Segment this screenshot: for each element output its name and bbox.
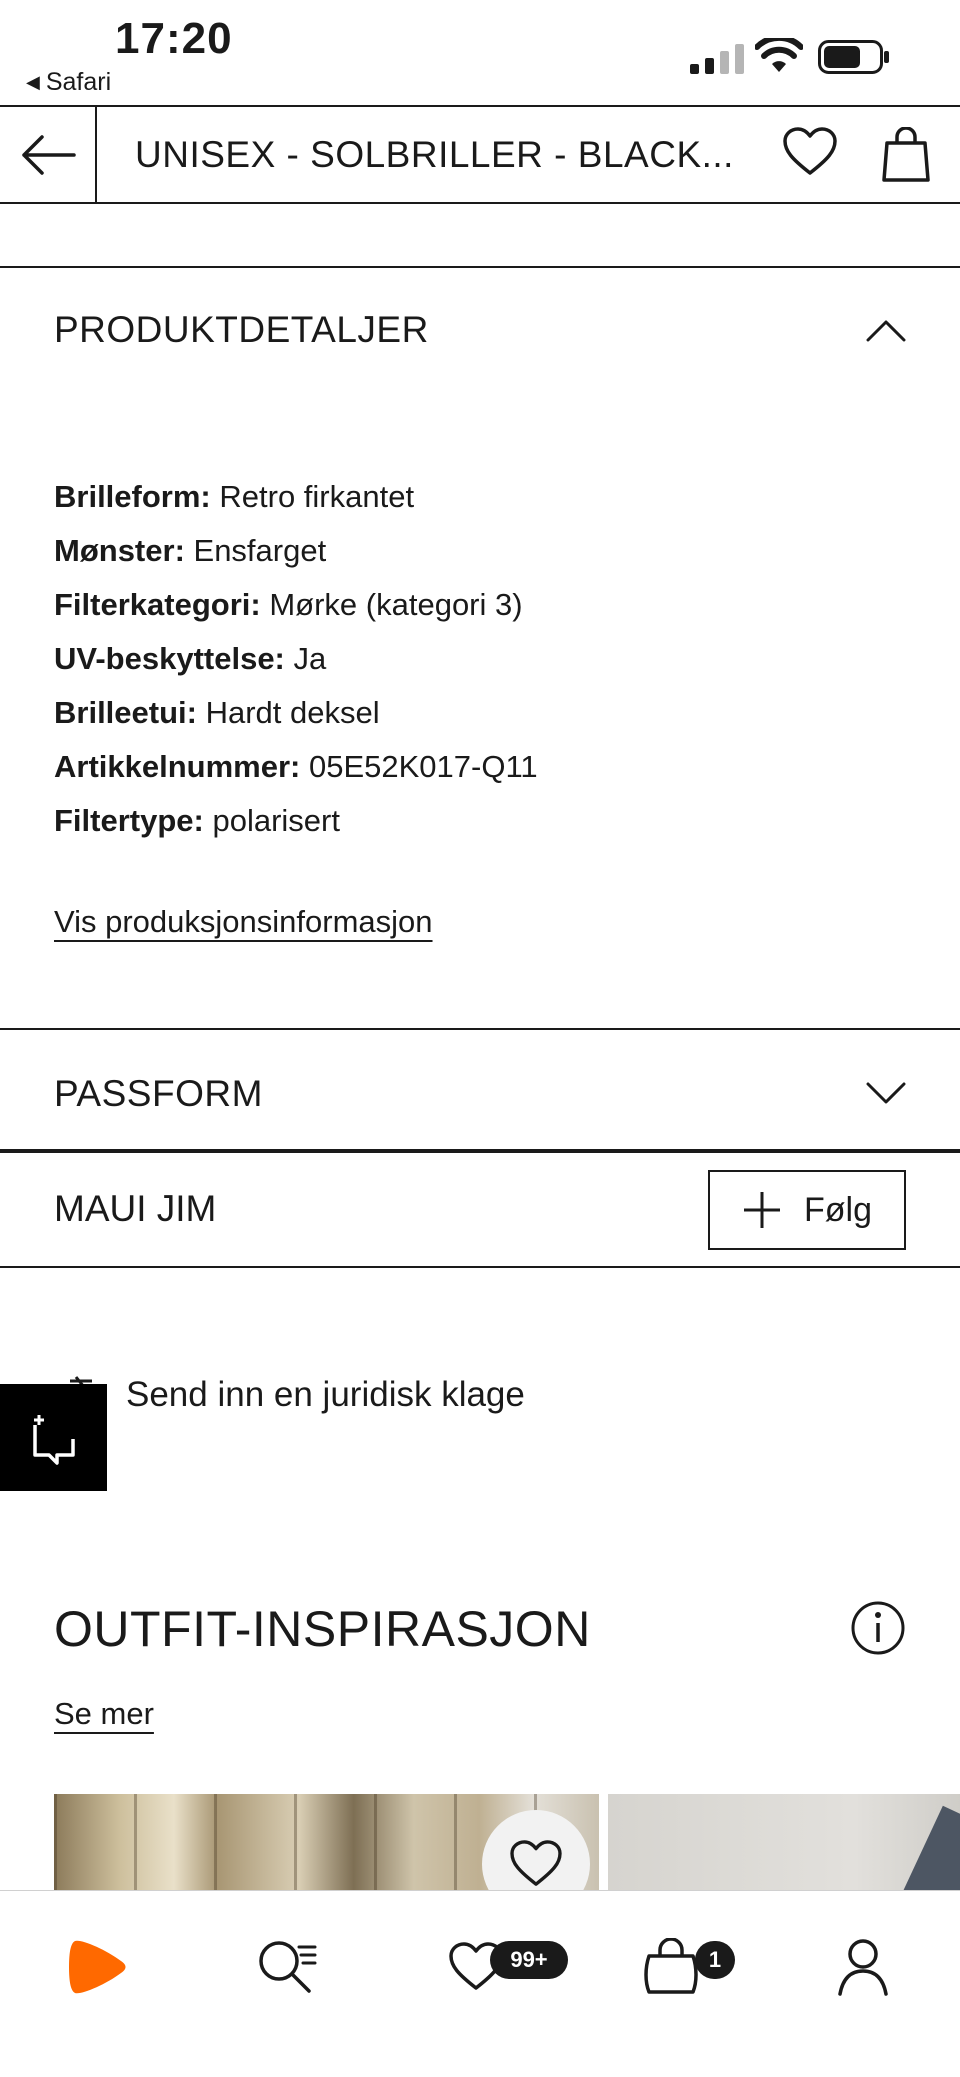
detail-value: Mørke (kategori 3)	[269, 587, 523, 622]
detail-value: 05E52K017-Q11	[308, 749, 538, 784]
heart-icon	[510, 1840, 562, 1886]
product-details-title: PRODUKTDETALJER	[54, 309, 429, 350]
arrow-left-icon	[21, 134, 76, 175]
wifi-icon	[755, 38, 803, 72]
detail-value: Ensfarget	[193, 533, 327, 568]
follow-label: Følg	[804, 1190, 872, 1229]
detail-label: UV-beskyttelse:	[54, 641, 285, 676]
section-divider	[0, 1149, 960, 1153]
detail-row: Filtertype: polarisert	[54, 794, 914, 848]
detail-label: Artikkelnummer:	[54, 749, 301, 784]
plus-icon	[744, 1192, 780, 1228]
detail-value: Retro firkantet	[219, 479, 415, 514]
shopping-bag-icon	[644, 1938, 698, 1994]
back-button[interactable]	[0, 107, 97, 202]
detail-label: Filtertype:	[54, 803, 204, 838]
status-time: 17:20	[115, 14, 233, 63]
back-to-app-link[interactable]: ◀ Safari	[26, 68, 111, 97]
bottom-navigation: 99+ 1	[0, 1890, 960, 2077]
legal-complaint-link[interactable]: Send inn en juridisk klage	[54, 1375, 525, 1415]
see-more-link[interactable]: Se mer	[54, 1696, 154, 1732]
detail-label: Brilleetui:	[54, 695, 197, 730]
chevron-up-icon	[866, 320, 906, 342]
back-triangle-icon: ◀	[26, 72, 40, 92]
detail-row: Brilleetui: Hardt deksel	[54, 686, 914, 740]
fit-section-header[interactable]: PASSFORM	[0, 1064, 960, 1124]
detail-label: Filterkategori:	[54, 587, 261, 622]
heart-icon[interactable]	[782, 126, 838, 177]
nav-search[interactable]	[247, 1927, 327, 2007]
product-details-header[interactable]: PRODUKTDETALJER	[0, 300, 960, 360]
feedback-tab[interactable]	[0, 1384, 107, 1491]
section-divider	[0, 1266, 960, 1268]
detail-row: Mønster: Ensfarget	[54, 524, 914, 578]
legal-complaint-label: Send inn en juridisk klage	[126, 1375, 525, 1414]
battery-icon	[818, 40, 889, 74]
detail-row: Brilleform: Retro firkantet	[54, 470, 914, 524]
feedback-icon	[32, 1414, 75, 1465]
nav-home[interactable]	[57, 1927, 137, 2007]
fit-section-title: PASSFORM	[54, 1073, 263, 1114]
wishlist-badge: 99+	[490, 1941, 568, 1979]
outfit-image[interactable]	[608, 1794, 960, 1894]
page-title: UNISEX - SOLBRILLER - BLACK...	[135, 133, 734, 175]
section-divider	[0, 266, 960, 268]
user-icon	[838, 1939, 888, 1996]
brand-name: MAUI JIM	[54, 1188, 217, 1229]
detail-row: Filterkategori: Mørke (kategori 3)	[54, 578, 914, 632]
info-icon[interactable]	[850, 1600, 906, 1656]
detail-row: Artikkelnummer: 05E52K017-Q11	[54, 740, 914, 794]
detail-label: Brilleform:	[54, 479, 211, 514]
detail-value: Ja	[293, 641, 327, 676]
back-app-label: Safari	[45, 68, 112, 96]
detail-value: polarisert	[212, 803, 340, 838]
zalando-logo-icon	[69, 1940, 126, 1994]
section-divider	[0, 1028, 960, 1030]
detail-label: Mønster:	[54, 533, 185, 568]
detail-row: UV-beskyttelse: Ja	[54, 632, 914, 686]
status-bar: 17:20 ◀ Safari	[0, 0, 960, 105]
follow-brand-button[interactable]: Følg	[708, 1170, 906, 1250]
outfit-inspiration-title: OUTFIT-INSPIRASJON	[54, 1601, 591, 1657]
top-header: UNISEX - SOLBRILLER - BLACK...	[0, 105, 960, 204]
production-info-link[interactable]: Vis produksjonsinformasjon	[54, 904, 433, 940]
nav-profile[interactable]	[823, 1927, 903, 2007]
chevron-down-icon	[866, 1082, 906, 1104]
detail-value: Hardt deksel	[205, 695, 380, 730]
product-details-list: Brilleform: Retro firkantet Mønster: Ens…	[54, 470, 914, 848]
cellular-signal-icon	[690, 44, 744, 74]
cart-badge: 1	[695, 1941, 735, 1979]
shopping-bag-icon[interactable]	[882, 126, 930, 183]
search-list-icon	[259, 1941, 317, 1993]
